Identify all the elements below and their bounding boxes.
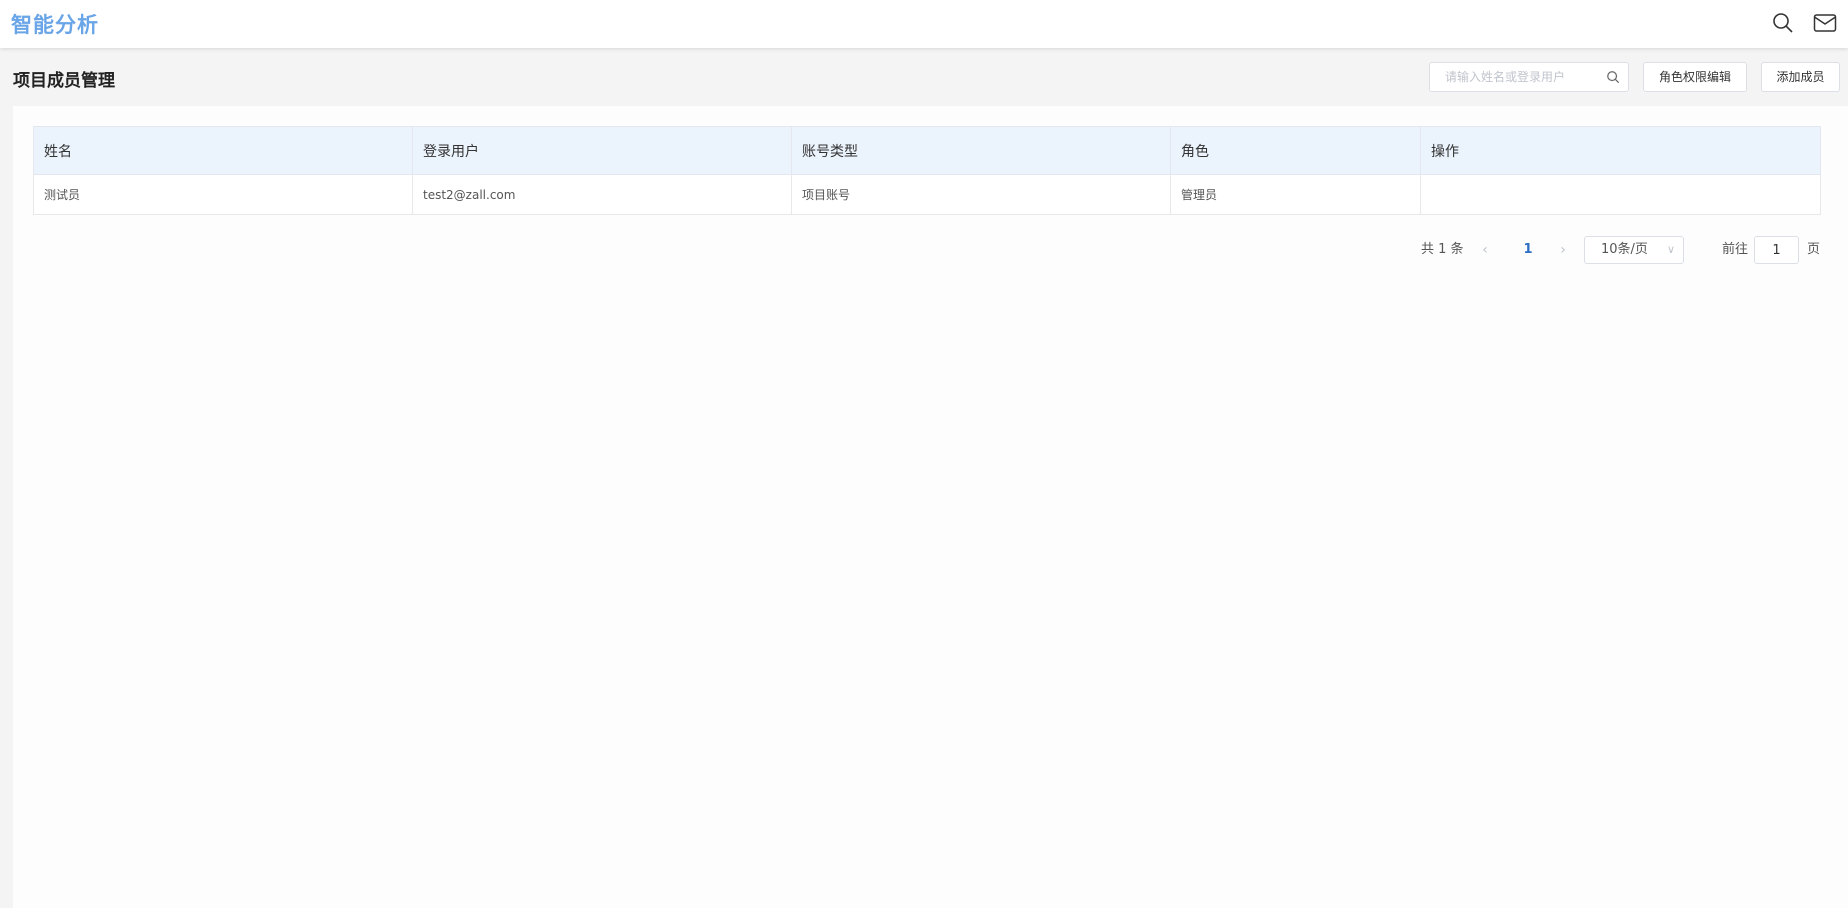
column-header-account-type: 账号类型 bbox=[791, 126, 1171, 175]
column-header-role: 角色 bbox=[1170, 126, 1421, 175]
search-icon[interactable] bbox=[1771, 11, 1795, 35]
pagination-total: 共 1 条 bbox=[1421, 242, 1464, 257]
member-search-input[interactable] bbox=[1430, 63, 1600, 91]
table-header-row: 姓名 登录用户 账号类型 角色 操作 bbox=[33, 126, 1821, 175]
column-header-actions: 操作 bbox=[1420, 126, 1821, 175]
member-search-box[interactable] bbox=[1429, 62, 1629, 92]
cell-name: 测试员 bbox=[33, 174, 413, 215]
chevron-down-icon: ∨ bbox=[1666, 243, 1675, 256]
add-member-button[interactable]: 添加成员 bbox=[1761, 62, 1840, 92]
top-bar: 智能分析 bbox=[0, 0, 1848, 48]
cell-role: 管理员 bbox=[1170, 174, 1421, 215]
column-header-name: 姓名 bbox=[33, 126, 413, 175]
members-table: 姓名 登录用户 账号类型 角色 操作 测试员 test2@zall.com 项目… bbox=[33, 126, 1821, 215]
search-icon[interactable] bbox=[1606, 70, 1620, 84]
page-size-value: 10条/页 bbox=[1601, 242, 1648, 257]
column-header-login-user: 登录用户 bbox=[412, 126, 792, 175]
cell-login-user: test2@zall.com bbox=[412, 174, 792, 215]
goto-label: 前往 bbox=[1722, 242, 1749, 257]
chevron-right-icon[interactable]: › bbox=[1553, 236, 1573, 264]
role-permission-edit-button[interactable]: 角色权限编辑 bbox=[1643, 62, 1747, 92]
app-title[interactable]: 智能分析 bbox=[11, 9, 99, 39]
page-suffix-label: 页 bbox=[1807, 242, 1821, 257]
chevron-left-icon[interactable]: ‹ bbox=[1475, 236, 1495, 264]
goto-page-input[interactable] bbox=[1754, 236, 1799, 264]
mail-icon[interactable] bbox=[1813, 11, 1837, 35]
table-row: 测试员 test2@zall.com 项目账号 管理员 bbox=[33, 174, 1821, 215]
page-title: 项目成员管理 bbox=[13, 71, 115, 91]
pagination-current-page[interactable]: 1 bbox=[1515, 236, 1541, 264]
content-panel: 姓名 登录用户 账号类型 角色 操作 测试员 test2@zall.com 项目… bbox=[13, 106, 1848, 908]
cell-account-type: 项目账号 bbox=[791, 174, 1171, 215]
cell-actions bbox=[1420, 174, 1821, 215]
page-size-select[interactable]: 10条/页 ∨ bbox=[1584, 236, 1684, 264]
